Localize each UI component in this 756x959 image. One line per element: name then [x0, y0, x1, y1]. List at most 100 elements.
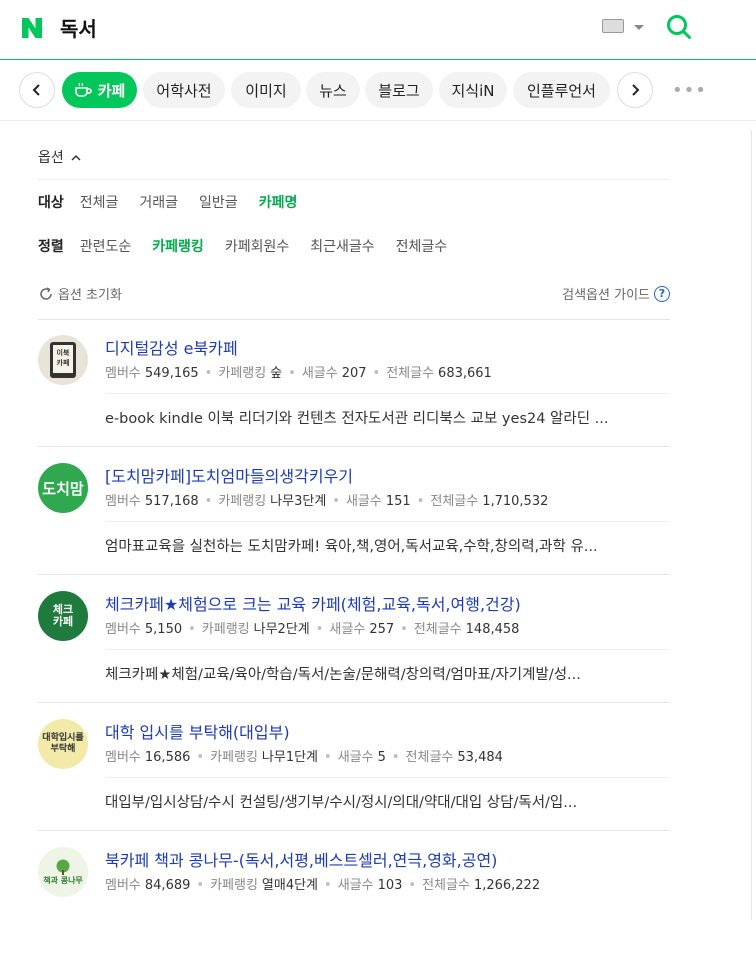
tab-news[interactable]: 뉴스: [306, 72, 360, 108]
divider: [105, 777, 670, 778]
ranking-value: 나무2단계: [253, 622, 310, 637]
new-posts-label: 새글수: [301, 366, 338, 381]
total-posts-label: 전체글수: [386, 366, 435, 381]
total-posts-value: 1,710,532: [482, 494, 549, 509]
cafe-title-link[interactable]: 북카페 책과 콩나무-(독서,서평,베스트셀러,연극,영화,공연): [105, 847, 497, 871]
sort-option-total-posts[interactable]: 전체글수: [396, 236, 448, 256]
list-item: 이북 카페 디지털감성 e북카페 멤버수 549,165 • 카페랭킹 숲 • 새글수 207…: [38, 319, 670, 447]
ranking-value: 나무1단계: [261, 750, 319, 765]
ranking-label: 카페랭킹: [210, 878, 258, 893]
members-value: 517,168: [144, 494, 199, 509]
cafe-meta: 멤버수 5,150 • 카페랭킹 나무2단계 • 새글수 257 • 전체글수 148,458: [105, 622, 520, 637]
target-option-all[interactable]: 전체글: [80, 192, 119, 212]
target-label: 대상: [38, 195, 64, 211]
ranking-label: 카페랭킹: [210, 750, 258, 765]
cafe-title-link[interactable]: [도치맘카페]도치엄마들의생각키우기: [105, 463, 353, 487]
total-posts-label: 전체글수: [430, 494, 479, 509]
tabs-next-button[interactable]: [617, 72, 653, 108]
target-option-cafe-name[interactable]: 카페명: [259, 192, 298, 212]
tab-label: 카페: [97, 81, 126, 100]
new-posts-label: 새글수: [337, 878, 374, 893]
new-posts-label: 새글수: [329, 622, 366, 637]
naver-logo-icon[interactable]: [20, 16, 44, 40]
divider: [105, 521, 670, 522]
ranking-label: 카페랭킹: [218, 366, 267, 381]
chevron-down-icon[interactable]: [634, 25, 644, 30]
tabs-prev-button[interactable]: [19, 72, 55, 108]
list-item: 도치맘 [도치맘카페]도치엄마들의생각키우기 멤버수 517,168 • 카페랭킹 나무…: [38, 447, 670, 575]
sort-option-members[interactable]: 카페회원수: [225, 236, 289, 256]
total-posts-value: 53,484: [457, 750, 503, 765]
cafe-description[interactable]: 체크카페★체험/교육/육아/학습/독서/논술/문해력/창의력/엄마표/자기계발/…: [105, 663, 670, 684]
new-posts-label: 새글수: [345, 494, 382, 509]
members-value: 84,689: [144, 878, 191, 893]
total-posts-label: 전체글수: [422, 878, 470, 893]
members-label: 멤버수: [105, 494, 141, 509]
more-options-icon[interactable]: •••: [672, 80, 707, 101]
sort-option-relevance[interactable]: 관련도순: [80, 236, 132, 256]
chevron-right-icon: [632, 84, 640, 96]
cafe-thumbnail[interactable]: 체크 카페: [38, 591, 88, 641]
total-posts-value: 1,266,222: [473, 878, 541, 893]
target-option-trade[interactable]: 거래글: [139, 192, 178, 212]
search-query[interactable]: 독서: [60, 13, 97, 42]
cafe-thumbnail[interactable]: 이북 카페: [38, 335, 88, 385]
divider: [105, 393, 670, 394]
tab-blog[interactable]: 블로그: [365, 72, 433, 108]
tab-images[interactable]: 이미지: [231, 72, 301, 108]
sort-option-new-posts[interactable]: 최근새글수: [310, 236, 374, 256]
search-tabs: 카페 어학사전 이미지 뉴스 블로그 지식iN 인플루언서 •••: [0, 60, 756, 121]
cafe-results-list: 이북 카페 디지털감성 e북카페 멤버수 549,165 • 카페랭킹 숲 • 새글수 207…: [38, 319, 670, 959]
cafe-thumbnail[interactable]: 대학입시를 부탁해: [38, 719, 88, 769]
options-title: 옵션: [38, 150, 64, 166]
target-option-general[interactable]: 일반글: [199, 192, 238, 212]
ranking-label: 카페랭킹: [201, 622, 250, 637]
tab-kin[interactable]: 지식iN: [439, 72, 507, 108]
cafe-description[interactable]: 대입부/입시상담/수시 컨설팅/생기부/수시/정시/의대/약대/대입 상담/독서…: [105, 791, 670, 812]
divider: [105, 649, 670, 650]
ranking-value: 숲: [270, 366, 283, 381]
list-item: 책과 콩나무 북카페 책과 콩나무-(독서,서평,베스트셀러,연극,영화,공연)…: [38, 831, 670, 959]
cafe-meta: 멤버수 549,165 • 카페랭킹 숲 • 새글수 207 • 전체글수 683,661: [105, 366, 492, 381]
ranking-value: 열매4단계: [261, 878, 319, 893]
members-value: 16,586: [144, 750, 191, 765]
cafe-thumbnail[interactable]: 책과 콩나무: [38, 847, 88, 897]
divider: [751, 130, 752, 920]
thumb-text: 대학입시를 부탁해: [42, 733, 84, 754]
cafe-description[interactable]: 엄마표교육을 실천하는 도치맘카페! 육아,책,영어,독서교육,수학,창의력,과…: [105, 535, 670, 556]
new-posts-value: 5: [377, 750, 386, 765]
search-icon[interactable]: [666, 14, 692, 40]
tab-influencer[interactable]: 인플루언서: [513, 72, 610, 108]
chevron-up-icon: [71, 154, 81, 161]
cafe-title-link[interactable]: 디지털감성 e북카페: [105, 335, 238, 359]
cafe-title-link[interactable]: 체크카페★체험으로 크는 교육 카페(체험,교육,독서,여행,건강): [105, 591, 521, 615]
keyboard-icon[interactable]: [602, 19, 624, 33]
search-option-guide-link[interactable]: 검색옵션 가이드 ?: [562, 284, 670, 303]
options-target-row: 대상 전체글 거래글 일반글 카페명: [38, 180, 670, 224]
sort-option-ranking[interactable]: 카페랭킹: [152, 236, 204, 256]
options-footer: 옵션 초기화 검색옵션 가이드 ?: [38, 268, 670, 320]
members-label: 멤버수: [105, 878, 141, 893]
total-posts-value: 148,458: [465, 622, 520, 637]
cafe-thumbnail[interactable]: 도치맘: [38, 463, 88, 513]
options-toggle[interactable]: 옵션: [38, 140, 670, 180]
tab-cafe[interactable]: 카페: [62, 72, 137, 108]
thumb-text: 책과 콩나무: [43, 875, 83, 885]
cafe-meta: 멤버수 84,689 • 카페랭킹 열매4단계 • 새글수 103 • 전체글수 1,266,222: [105, 878, 541, 893]
total-posts-label: 전체글수: [405, 750, 454, 765]
chevron-left-icon: [32, 84, 40, 96]
new-posts-value: 103: [377, 878, 403, 893]
sort-label: 정렬: [38, 239, 64, 255]
list-item: 대학입시를 부탁해 대학 입시를 부탁해(대입부) 멤버수 16,586 • 카페랭킹…: [38, 703, 670, 831]
reset-label: 옵션 초기화: [58, 288, 122, 303]
reset-options-button[interactable]: 옵션 초기화: [38, 284, 122, 303]
tab-dictionary[interactable]: 어학사전: [143, 72, 225, 108]
new-posts-value: 257: [369, 622, 395, 637]
cafe-description[interactable]: e-book kindle 이북 리더기와 컨텐츠 전자도서관 리디북스 교보 …: [105, 407, 670, 428]
search-options-panel: 옵션 대상 전체글 거래글 일반글 카페명 정렬 관련도순 카페랭킹 카페회원수…: [38, 140, 670, 320]
options-sort-row: 정렬 관련도순 카페랭킹 카페회원수 최근새글수 전체글수: [38, 224, 670, 268]
cafe-meta: 멤버수 517,168 • 카페랭킹 나무3단계 • 새글수 151 • 전체글수 1,710,53…: [105, 494, 549, 509]
members-label: 멤버수: [105, 750, 141, 765]
cafe-title-link[interactable]: 대학 입시를 부탁해(대입부): [105, 719, 290, 743]
members-value: 549,165: [144, 366, 199, 381]
